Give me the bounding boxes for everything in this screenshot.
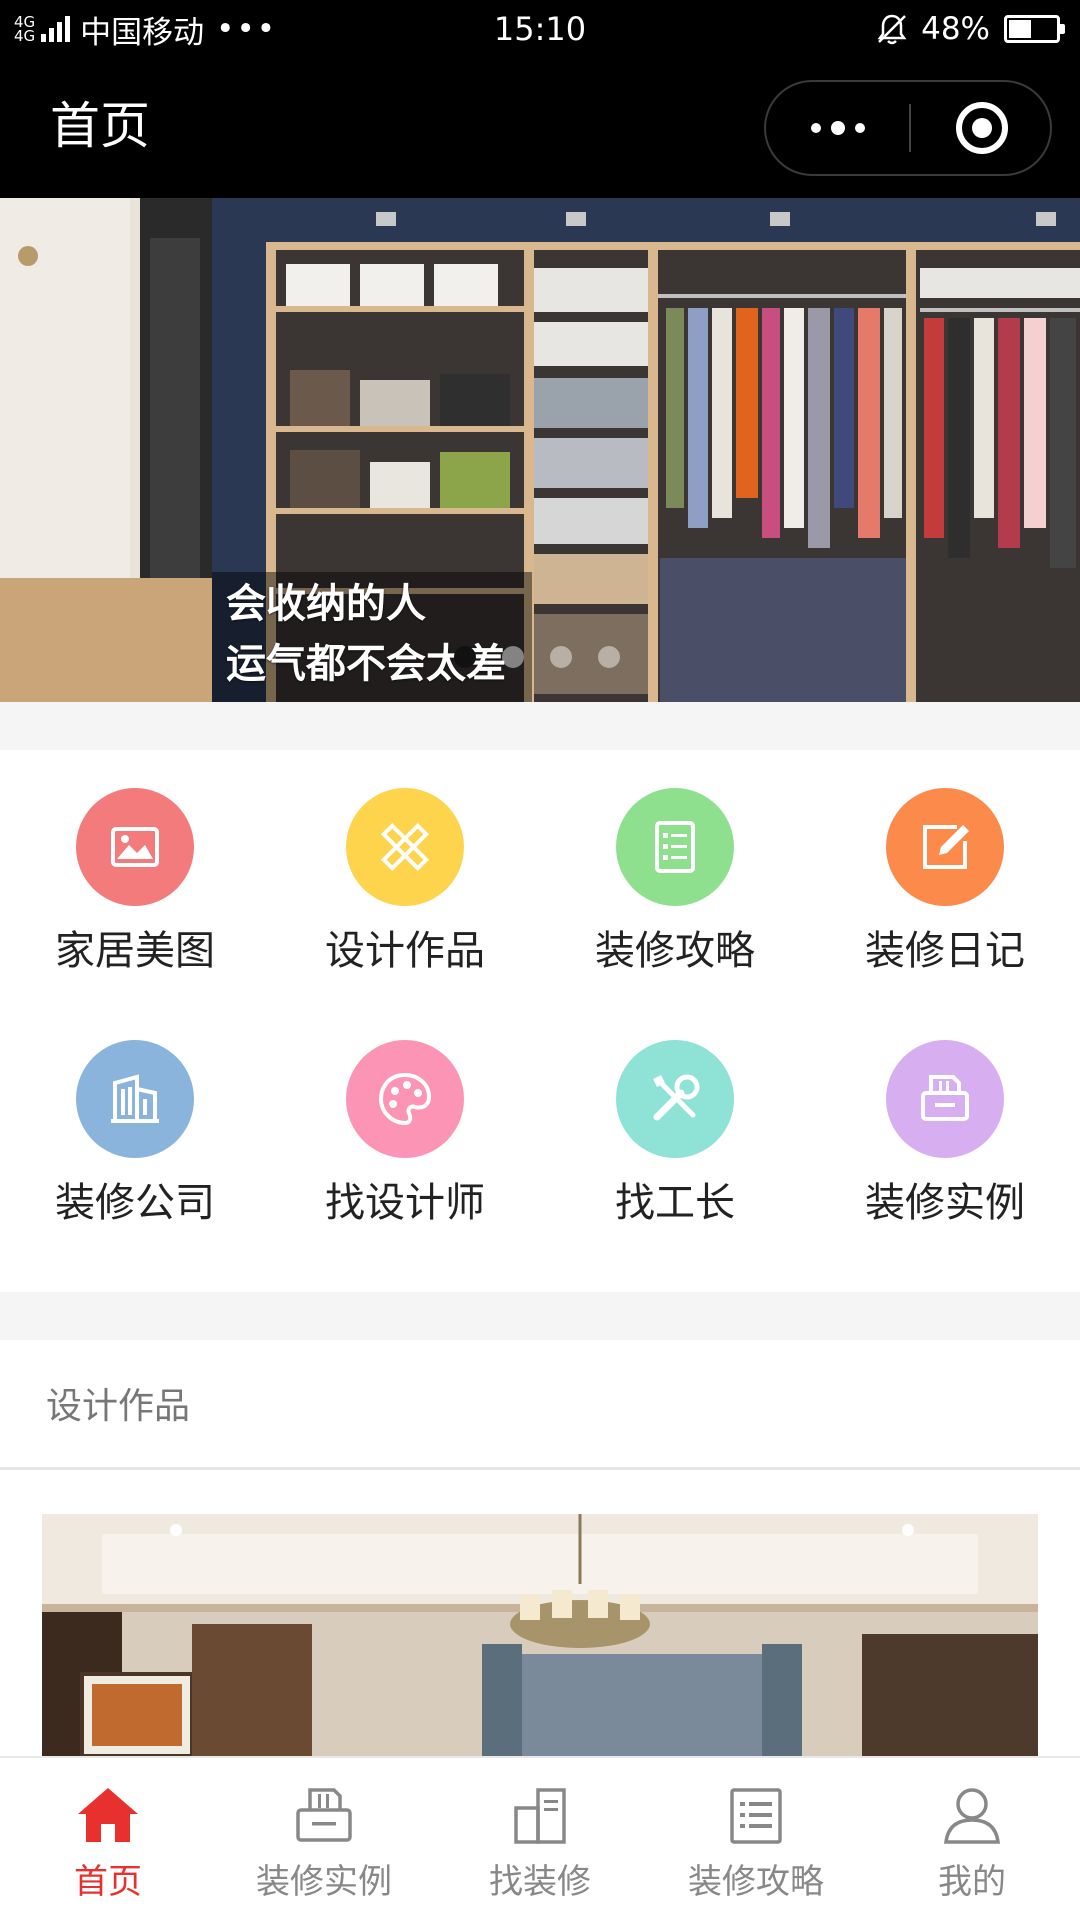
status-right: 48% xyxy=(875,8,1065,50)
grid-item-renovation-cases[interactable]: 装修实例 xyxy=(810,1002,1080,1242)
banner-image xyxy=(0,198,1080,702)
grid-label: 家居美图 xyxy=(55,928,215,974)
more-button[interactable] xyxy=(766,82,909,174)
section-header: 设计作品 xyxy=(0,1340,1080,1470)
tab-label: 装修实例 xyxy=(256,1862,392,1902)
banner-caption-line1: 会收纳的人 xyxy=(226,581,426,627)
edit-icon xyxy=(923,825,969,869)
grid-item-home-photos[interactable]: 家居美图 xyxy=(0,750,270,990)
grid-item-renovation-diary[interactable]: 装修日记 xyxy=(810,750,1080,990)
printer-icon xyxy=(921,1075,969,1121)
printer-icon xyxy=(296,1788,352,1842)
banner-dot[interactable] xyxy=(502,646,524,668)
grid-label: 设计作品 xyxy=(325,928,485,974)
battery-percent: 48% xyxy=(921,11,990,47)
grid-item-find-designer[interactable]: 找设计师 xyxy=(270,1002,540,1242)
design-work-card-image[interactable] xyxy=(42,1514,1038,1756)
grid-circle xyxy=(76,788,194,906)
grid-label: 装修日记 xyxy=(865,928,1025,974)
grid-label: 装修实例 xyxy=(865,1180,1025,1226)
tab-label: 找装修 xyxy=(489,1862,591,1902)
tools-icon xyxy=(653,1074,700,1121)
tab-bar: 首页 装修实例 找装修 装修攻略 我的 xyxy=(0,1756,1080,1920)
palette-icon xyxy=(378,1072,432,1126)
grid-circle xyxy=(886,1040,1004,1158)
home-icon xyxy=(78,1788,138,1842)
battery-fill xyxy=(1009,20,1032,38)
grid-item-renovation-company[interactable]: 装修公司 xyxy=(0,1002,270,1242)
building-icon xyxy=(514,1788,566,1844)
banner-dot[interactable] xyxy=(550,646,572,668)
close-button[interactable] xyxy=(911,82,1052,174)
close-ring-icon xyxy=(955,102,1008,154)
ruler-pencil-icon xyxy=(380,822,430,872)
section-title: 设计作品 xyxy=(46,1386,191,1427)
list-doc-icon xyxy=(730,1788,782,1844)
grid-item-renovation-guide[interactable]: 装修攻略 xyxy=(540,750,810,990)
grid-item-find-foreman[interactable]: 找工长 xyxy=(540,1002,810,1242)
grid-label: 找设计师 xyxy=(325,1180,485,1226)
user-icon xyxy=(944,1788,1000,1844)
divider-band xyxy=(0,1292,1080,1340)
tab-find-renovation[interactable]: 找装修 xyxy=(432,1758,648,1920)
tab-label: 我的 xyxy=(938,1862,1006,1902)
mini-program-capsule xyxy=(764,80,1052,176)
grid-circle xyxy=(346,788,464,906)
living-room-photo xyxy=(42,1514,1038,1756)
grid-label: 装修攻略 xyxy=(595,928,755,974)
grid-label: 装修公司 xyxy=(55,1180,215,1226)
image-icon xyxy=(111,827,159,867)
building-icon xyxy=(111,1074,159,1123)
status-bar: 4G 4G 中国移动 ••• 15:10 48% xyxy=(0,0,1080,58)
grid-circle xyxy=(76,1040,194,1158)
list-doc-icon xyxy=(655,821,695,873)
grid-label: 找工长 xyxy=(615,1180,735,1226)
page-title: 首页 xyxy=(50,97,150,155)
battery-icon xyxy=(1004,15,1065,43)
banner-dot[interactable] xyxy=(598,646,620,668)
grid-circle xyxy=(346,1040,464,1158)
tab-label: 首页 xyxy=(74,1862,142,1902)
mute-bell-icon xyxy=(877,14,907,45)
tab-renovation-cases[interactable]: 装修实例 xyxy=(216,1758,432,1920)
tab-home[interactable]: 首页 xyxy=(0,1758,216,1920)
banner-carousel[interactable]: 会收纳的人 运气都不会太差 xyxy=(0,198,1080,702)
category-grid: 家居美图 设计作品 装修攻略 装修日记 装修公司 找设计师 找工长 装修实例 xyxy=(0,750,1080,1292)
grid-circle xyxy=(886,788,1004,906)
banner-dot-active[interactable] xyxy=(454,646,476,668)
tab-profile[interactable]: 我的 xyxy=(864,1758,1080,1920)
tab-renovation-guide[interactable]: 装修攻略 xyxy=(648,1758,864,1920)
grid-item-design-works[interactable]: 设计作品 xyxy=(270,750,540,990)
nav-bar: 首页 xyxy=(0,58,1080,198)
divider-band xyxy=(0,702,1080,750)
grid-circle xyxy=(616,788,734,906)
banner-indicator xyxy=(454,646,620,668)
tab-label: 装修攻略 xyxy=(688,1862,824,1902)
grid-circle xyxy=(616,1040,734,1158)
